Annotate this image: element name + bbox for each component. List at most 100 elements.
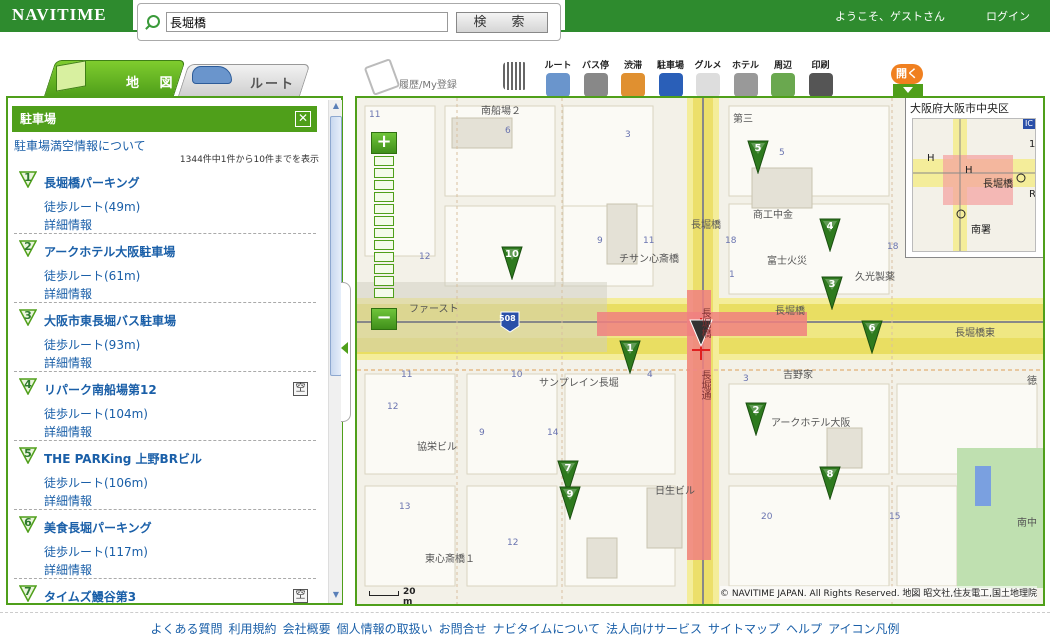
map-label: 長堀橋東 [955,328,995,339]
navitime-logo[interactable]: NAVITIME [0,0,133,30]
block-number: 15 [889,512,901,522]
detail-link[interactable]: 詳細情報 [44,354,92,371]
tool-gourmet-button[interactable]: グルメ [691,58,725,98]
tool-label: ホテル [731,61,759,71]
detail-link[interactable]: 詳細情報 [44,492,92,509]
parking-name-link[interactable]: 大阪市東長堀バス駐車場 [44,312,176,329]
tool-print-button[interactable]: 印刷 [804,58,838,98]
number-badge-icon: 2 [19,240,37,257]
map-label: 吉野家 [783,370,813,381]
vacancy-info-link[interactable]: 駐車場満空情報について [14,137,146,154]
block-number: 18 [725,236,737,246]
tool-bus-stop-button[interactable]: バス停 [579,58,613,98]
qr-code-button[interactable] [503,58,527,98]
footer-link[interactable]: お問合せ [439,622,487,636]
footer-link[interactable]: よくある質問 [151,622,223,636]
map-icon [56,60,86,92]
search-input[interactable] [166,12,448,32]
open-overview-button[interactable]: 開く [891,64,923,84]
footer-link[interactable]: アイコン凡例 [828,622,899,636]
scroll-down-icon[interactable]: ▼ [330,590,342,602]
walking-route-link[interactable]: 徒歩ルート(49m) [44,198,140,215]
parking-name-link[interactable]: リパーク南船場第12 [44,381,157,398]
footer-link[interactable]: 個人情報の取扱い [337,622,433,636]
overview-map[interactable]: 大阪府大阪市中央区 長堀橋 南署 H H R IC 1 [905,98,1043,258]
parking-pin-icon[interactable]: 9 [559,486,581,520]
zoom-out-button[interactable]: − [371,308,397,330]
block-number: 11 [401,370,413,380]
history-button[interactable]: 履歴/My登録 [363,58,470,96]
login-link[interactable]: ログイン [986,8,1030,24]
map-view[interactable]: + − 南船場２ 第三 商工中金 長堀橋 チサン心斎橋 富士火災 久光製薬 ファースト 長堀橋長… [355,96,1045,606]
zoom-slider[interactable] [374,156,394,306]
detail-link[interactable]: 詳細情報 [44,561,92,578]
footer-divider [0,612,1050,613]
parking-pin-icon[interactable]: 4 [819,218,841,252]
nearby-icon [771,73,795,97]
tool-nearby-button[interactable]: 周辺 [766,58,800,98]
overview-label-police: 南署 [971,225,991,236]
detail-link[interactable]: 詳細情報 [44,423,92,440]
search-button[interactable]: 検 索 [456,12,548,33]
tool-hotel-button[interactable]: ホテル [729,58,763,98]
number-badge-icon: 7 [19,585,37,602]
list-item[interactable]: 3 大阪市東長堀バス駐車場 徒歩ルート(93m) 詳細情報 [14,303,316,372]
block-number: 10 [511,370,523,380]
walking-route-link[interactable]: 徒歩ルート(106m) [44,474,148,491]
map-label: 長堀橋 [691,220,721,231]
parking-pin-icon[interactable]: 10 [501,246,523,280]
number-badge-icon: 4 [19,378,37,395]
block-number: 9 [479,428,485,438]
parking-pin-icon[interactable]: 1 [619,340,641,374]
list-item[interactable]: 6 美食長堀パーキング 徒歩ルート(117m) 詳細情報 [14,510,316,579]
list-item[interactable]: 7 タイムズ鰻谷第3 空 [14,579,316,603]
footer-link[interactable]: ナビタイムについて [493,622,600,636]
parking-name-link[interactable]: 美食長堀パーキング [44,519,152,536]
close-icon[interactable]: ✕ [295,111,311,127]
list-item[interactable]: 5 THE PARKing 上野BRビル 徒歩ルート(106m) 詳細情報 [14,441,316,510]
footer-link[interactable]: 会社概要 [283,622,331,636]
tool-route-button[interactable]: ルート [541,58,575,98]
detail-link[interactable]: 詳細情報 [44,285,92,302]
walking-route-link[interactable]: 徒歩ルート(104m) [44,405,148,422]
overview-canvas[interactable]: 長堀橋 南署 H H R IC 1 [912,118,1036,252]
footer-link[interactable]: サイトマップ [708,622,780,636]
print-icon [808,73,833,97]
chevron-down-icon[interactable] [893,84,923,96]
hotel-icon [733,73,758,97]
qr-code-icon [503,62,527,90]
header: NAVITIME ようこそ、ゲストさん ログイン 検 索 [0,0,1050,41]
parking-name-link[interactable]: アークホテル大阪駐車場 [44,243,175,260]
footer-link[interactable]: 利用規約 [229,622,277,636]
scroll-up-icon[interactable]: ▲ [330,101,342,113]
list-item[interactable]: 4 リパーク南船場第12 徒歩ルート(104m) 詳細情報 空 [14,372,316,441]
parking-name-link[interactable]: 長堀橋パーキング [44,174,140,191]
detail-link[interactable]: 詳細情報 [44,216,92,233]
walking-route-link[interactable]: 徒歩ルート(117m) [44,543,148,560]
walking-route-link[interactable]: 徒歩ルート(93m) [44,336,140,353]
list-scrollbar[interactable]: ▲ ▼ [328,100,342,603]
walking-route-link[interactable]: 徒歩ルート(61m) [44,267,140,284]
parking-pin-icon[interactable]: 3 [821,276,843,310]
footer-link[interactable]: ヘルプ [786,622,822,636]
zoom-control: + − [371,132,397,332]
parking-name-link[interactable]: タイムズ鰻谷第3 [44,588,136,603]
footer-link[interactable]: 法人向けサービス [606,622,702,636]
overview-label-1: 1 [1029,139,1036,150]
parking-pin-icon[interactable]: 6 [861,320,883,354]
list-item[interactable]: 2 アークホテル大阪駐車場 徒歩ルート(61m) 詳細情報 [14,234,316,303]
tool-parking-button[interactable]: 駐車場 [654,58,688,98]
map-copyright: © NAVITIME JAPAN. All Rights Reserved. 地… [719,586,1037,599]
tool-traffic-button[interactable]: 渋滞 [616,58,650,98]
search-box: 検 索 [137,3,561,41]
parking-pin-icon[interactable]: 8 [819,466,841,500]
parking-pin-icon[interactable]: 5 [747,140,769,174]
history-label: 履歴/My登録 [399,80,457,91]
tool-label: バス停 [581,61,609,71]
list-item[interactable]: 1 長堀橋パーキング 徒歩ルート(49m) 詳細情報 [14,165,316,234]
parking-icon [658,73,683,97]
zoom-in-button[interactable]: + [371,132,397,154]
parking-pin-icon[interactable]: 2 [745,402,767,436]
parking-name-link[interactable]: THE PARKing 上野BRビル [44,450,202,467]
panel-collapse-handle[interactable] [341,282,351,422]
